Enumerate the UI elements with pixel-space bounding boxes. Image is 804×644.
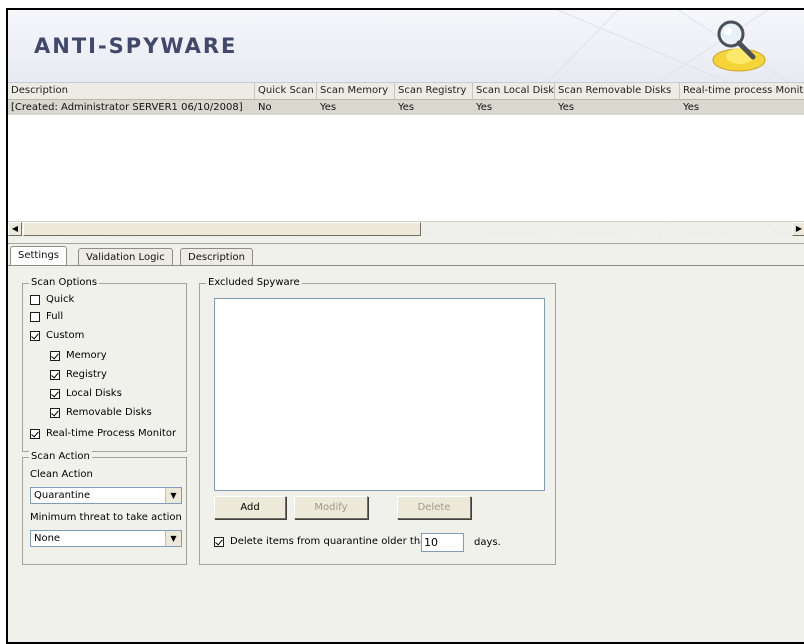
table-row[interactable]: [Created: Administrator SERVER1 06/10/20…	[8, 100, 804, 115]
removable-disks-option[interactable]: Removable Disks	[50, 406, 152, 420]
days-input[interactable]: 10	[421, 533, 464, 552]
registry-option[interactable]: Registry	[50, 368, 107, 382]
magnifier-icon	[712, 20, 766, 72]
tab-validation-logic[interactable]: Validation Logic	[78, 248, 173, 266]
excluded-spyware-list[interactable]	[214, 298, 545, 491]
custom-option[interactable]: Custom	[30, 329, 84, 343]
min-threat-label: Minimum threat to take action	[30, 512, 182, 523]
days-label: days.	[474, 537, 501, 548]
add-button[interactable]: Add	[214, 496, 286, 519]
quarantine-checkbox[interactable]	[214, 537, 224, 547]
quarantine-label: Delete items from quarantine older than	[230, 536, 433, 547]
clean-action-label: Clean Action	[30, 469, 93, 480]
scan-action-title: Scan Action	[29, 451, 92, 463]
removable-disks-checkbox[interactable]	[50, 408, 60, 418]
cell-scan-memory: Yes	[320, 102, 337, 113]
realtime-label: Real-time Process Monitor	[46, 428, 177, 439]
horizontal-scrollbar[interactable]: ◀ ▶	[8, 221, 804, 237]
column-header-realtime-monitor[interactable]: Real-time process Monit	[680, 83, 804, 99]
memory-checkbox[interactable]	[50, 351, 60, 361]
cell-quick-scan: No	[258, 102, 272, 113]
min-threat-value: None	[34, 533, 61, 544]
cell-realtime-monitor: Yes	[683, 102, 700, 113]
clean-action-dropdown[interactable]: Quarantine ▼	[30, 487, 182, 504]
full-option[interactable]: Full	[30, 310, 63, 324]
custom-label: Custom	[46, 330, 85, 341]
delete-button[interactable]: Delete	[397, 496, 471, 519]
tab-description[interactable]: Description	[180, 248, 253, 266]
realtime-option[interactable]: Real-time Process Monitor	[30, 427, 176, 441]
memory-option[interactable]: Memory	[50, 349, 107, 363]
local-disks-checkbox[interactable]	[50, 389, 60, 399]
scan-action-group: Scan Action Clean Action Quarantine ▼ Mi…	[22, 451, 187, 565]
min-threat-dropdown[interactable]: None ▼	[30, 530, 182, 547]
column-header-quick-scan[interactable]: Quick Scan	[255, 83, 317, 99]
quarantine-option[interactable]: Delete items from quarantine older than	[214, 535, 433, 549]
column-header-scan-memory[interactable]: Scan Memory	[317, 83, 395, 99]
grid-header: Description Quick Scan Scan Memory Scan …	[8, 83, 804, 100]
pane-splitter[interactable]	[8, 237, 804, 244]
quick-checkbox[interactable]	[30, 295, 40, 305]
clean-action-value: Quarantine	[34, 490, 91, 501]
local-disks-label: Local Disks	[66, 388, 122, 399]
registry-label: Registry	[66, 369, 107, 380]
realtime-checkbox[interactable]	[30, 429, 40, 439]
excluded-spyware-group: Excluded Spyware Add Modify Delete Delet…	[199, 277, 556, 565]
quick-option[interactable]: Quick	[30, 293, 74, 307]
scan-options-title: Scan Options	[29, 277, 100, 289]
full-checkbox[interactable]	[30, 312, 40, 322]
modify-button[interactable]: Modify	[294, 496, 368, 519]
cell-scan-registry: Yes	[398, 102, 415, 113]
cell-description: [Created: Administrator SERVER1 06/10/20…	[11, 102, 243, 113]
anti-spyware-window: ANTI-SPYWARE Description Quick Scan Scan…	[6, 8, 804, 644]
cell-scan-local-disks: Yes	[476, 102, 493, 113]
column-header-scan-removable-disks[interactable]: Scan Removable Disks	[555, 83, 680, 99]
memory-label: Memory	[66, 350, 107, 361]
scan-options-group: Scan Options Quick Full Custom Memory Re…	[22, 277, 187, 452]
app-title: ANTI-SPYWARE	[34, 34, 238, 58]
tab-divider	[8, 265, 804, 266]
column-header-description[interactable]: Description	[8, 83, 255, 99]
column-header-scan-registry[interactable]: Scan Registry	[395, 83, 473, 99]
scrollbar-thumb[interactable]	[23, 222, 421, 236]
custom-checkbox[interactable]	[30, 331, 40, 341]
column-header-scan-local-disks[interactable]: Scan Local Disks	[473, 83, 555, 99]
policy-grid: Description Quick Scan Scan Memory Scan …	[8, 83, 804, 242]
chevron-down-icon[interactable]: ▼	[165, 531, 181, 546]
arrow-left-icon[interactable]: ◀	[8, 222, 22, 236]
header-banner: ANTI-SPYWARE	[8, 10, 804, 83]
excluded-spyware-title: Excluded Spyware	[206, 277, 302, 289]
arrow-right-icon[interactable]: ▶	[792, 222, 804, 236]
cell-scan-removable-disks: Yes	[558, 102, 575, 113]
chevron-down-icon[interactable]: ▼	[165, 488, 181, 503]
registry-checkbox[interactable]	[50, 370, 60, 380]
removable-disks-label: Removable Disks	[66, 407, 152, 418]
tab-settings[interactable]: Settings	[10, 246, 68, 266]
local-disks-option[interactable]: Local Disks	[50, 387, 122, 401]
full-label: Full	[46, 311, 64, 322]
quick-label: Quick	[46, 294, 75, 305]
